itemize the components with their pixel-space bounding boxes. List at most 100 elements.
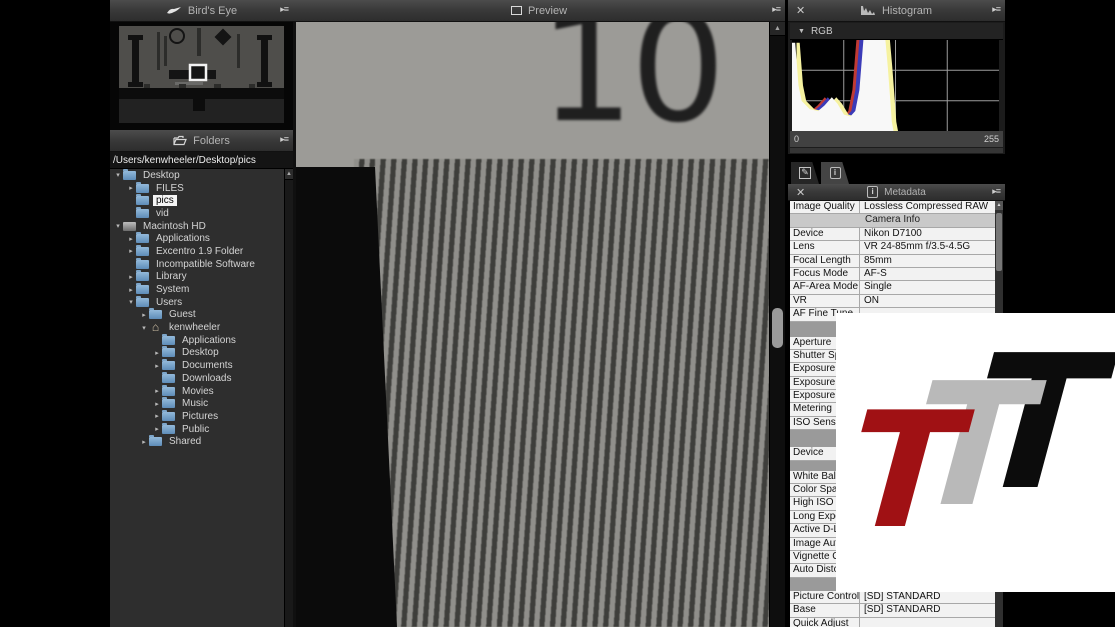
metadata-row: Focal Length 85mm: [790, 255, 995, 268]
folder-tree-item[interactable]: ▾ Users: [110, 296, 285, 309]
metadata-menu-icon[interactable]: ▸≡: [992, 186, 1000, 197]
folder-tree-item[interactable]: ▸ Music: [110, 397, 285, 410]
disclosure-triangle-icon[interactable]: ▸: [139, 438, 149, 446]
scrollbar-thumb[interactable]: [996, 213, 1002, 271]
folder-tree-item[interactable]: ▸ Pictures: [110, 410, 285, 423]
metadata-field-value: Nikon D7100: [860, 228, 995, 240]
metadata-row: Quick Adjust: [790, 618, 995, 627]
tab-metadata[interactable]: i: [821, 162, 849, 184]
folder-icon: [136, 272, 149, 281]
folders-scrollbar[interactable]: ▲: [284, 169, 293, 627]
home-icon: ⌂: [149, 323, 162, 332]
folder-icon: [162, 336, 175, 345]
folder-tree-item[interactable]: ▸ Desktop: [110, 347, 285, 360]
info-icon: i: [830, 167, 841, 179]
scrollbar-thumb[interactable]: [772, 308, 783, 348]
folders-menu-icon[interactable]: ▸≡: [280, 134, 288, 145]
close-icon[interactable]: ✕: [796, 4, 805, 17]
metadata-row: Picture Control [SD] STANDARD: [790, 591, 995, 604]
metadata-field-label: Focus Mode: [790, 268, 860, 280]
disclosure-triangle-icon[interactable]: ▸: [126, 247, 136, 255]
folder-tree-item[interactable]: Downloads: [110, 372, 285, 385]
metadata-field-label: Base: [790, 604, 860, 616]
folder-tree-item[interactable]: ▸ Documents: [110, 359, 285, 372]
folder-tree-item-label: Applications: [179, 335, 239, 346]
folder-tree-item[interactable]: pics: [110, 194, 285, 207]
folders-title-group: Folders: [173, 135, 230, 147]
folder-tree-item-label: Downloads: [179, 373, 234, 384]
disclosure-triangle-icon[interactable]: ▸: [152, 425, 162, 433]
folder-icon: [136, 298, 149, 307]
disclosure-triangle-icon[interactable]: ▾: [113, 171, 123, 179]
folder-tree-item[interactable]: ▸ System: [110, 283, 285, 296]
watermark-logo: T T T: [836, 313, 1115, 592]
folder-tree-item[interactable]: ▸ Public: [110, 423, 285, 436]
test-chart-number: 10: [539, 22, 722, 156]
disclosure-triangle-icon[interactable]: ▾: [113, 222, 123, 230]
folder-icon: [136, 196, 149, 205]
metadata-title-group: i Metadata: [867, 186, 926, 198]
scale-max-label: 255: [984, 131, 999, 147]
folder-tree-item-label: pics: [153, 195, 177, 206]
preview-menu-icon[interactable]: ▸≡: [772, 4, 780, 15]
folder-tree-item[interactable]: ▸ Guest: [110, 309, 285, 322]
scroll-up-arrow-icon[interactable]: ▲: [770, 22, 785, 36]
folder-tree-item[interactable]: ▸ Library: [110, 271, 285, 284]
metadata-row: VR ON: [790, 295, 995, 308]
disclosure-triangle-icon[interactable]: ▸: [152, 412, 162, 420]
metadata-title: Metadata: [884, 187, 926, 198]
disclosure-triangle-icon[interactable]: ▸: [126, 235, 136, 243]
preview-scrollbar[interactable]: ▲: [769, 22, 785, 627]
folder-tree-item[interactable]: ▾ ⌂ kenwheeler: [110, 321, 285, 334]
folder-tree-item[interactable]: Incompatible Software: [110, 258, 285, 271]
folder-tree-item-label: Public: [179, 424, 212, 435]
disclosure-triangle-icon[interactable]: ▸: [126, 273, 136, 281]
histogram-menu-icon[interactable]: ▸≡: [992, 4, 1000, 15]
metadata-field-value: [SD] STANDARD: [860, 604, 995, 616]
scroll-up-arrow-icon[interactable]: ▲: [995, 201, 1003, 210]
folder-tree-item-label: Desktop: [179, 347, 222, 358]
folder-icon: [162, 348, 175, 357]
disclosure-triangle-icon[interactable]: ▾: [139, 324, 149, 332]
disclosure-triangle-icon[interactable]: ▸: [152, 362, 162, 370]
histogram-scale: 0 255: [790, 131, 1003, 147]
navigator-selection-rect[interactable]: [190, 65, 206, 80]
folder-tree-item[interactable]: ▸ Shared: [110, 435, 285, 448]
folder-tree-item[interactable]: ▸ Excentro 1.9 Folder: [110, 245, 285, 258]
disclosure-triangle-icon[interactable]: ▸: [152, 400, 162, 408]
preview-image-area[interactable]: 10: [296, 22, 770, 627]
folder-icon: [149, 437, 162, 446]
metadata-row: AF-Area Mode Single: [790, 281, 995, 294]
metadata-field-label: Focal Length: [790, 255, 860, 267]
folder-tree-item-label: Documents: [179, 360, 236, 371]
disclosure-triangle-icon[interactable]: ▾: [126, 298, 136, 306]
preview-panel-header[interactable]: Preview ▸≡: [293, 0, 785, 22]
folder-tree-item[interactable]: ▸ Movies: [110, 385, 285, 398]
folder-tree-item[interactable]: ▾ Desktop: [110, 169, 285, 182]
folder-tree-item[interactable]: Applications: [110, 334, 285, 347]
folders-panel-header[interactable]: Folders ▸≡: [110, 130, 293, 152]
disclosure-triangle-icon[interactable]: ▸: [152, 349, 162, 357]
birds-eye-panel-header[interactable]: Bird's Eye ▸≡: [110, 0, 293, 22]
disclosure-triangle-icon[interactable]: ▸: [126, 286, 136, 294]
tab-adjustments[interactable]: ✎: [791, 162, 819, 184]
metadata-panel-header[interactable]: ✕ i Metadata ▸≡: [788, 184, 1005, 201]
folder-tree-item[interactable]: ▸ Applications: [110, 232, 285, 245]
folder-path-field[interactable]: /Users/kenwheeler/Desktop/pics: [110, 152, 293, 169]
folder-tree-item-label: Library: [153, 271, 190, 282]
disclosure-triangle-icon[interactable]: ▸: [152, 387, 162, 395]
birds-eye-thumbnail[interactable]: [119, 26, 284, 123]
scroll-up-arrow-icon[interactable]: ▲: [285, 169, 293, 180]
close-icon[interactable]: ✕: [796, 186, 805, 199]
preview-panel: Preview ▸≡ 10 ▲: [293, 0, 785, 627]
histogram-panel-header[interactable]: ✕ Histogram ▸≡: [788, 0, 1005, 22]
birds-eye-menu-icon[interactable]: ▸≡: [280, 4, 288, 15]
folder-tree-item[interactable]: vid: [110, 207, 285, 220]
disclosure-triangle-icon[interactable]: ▸: [126, 184, 136, 192]
metadata-field-value: Single: [860, 281, 995, 293]
disclosure-triangle-icon[interactable]: ▸: [139, 311, 149, 319]
folder-tree-item[interactable]: ▸ FILES: [110, 182, 285, 195]
metadata-field-label: VR: [790, 295, 860, 307]
folder-tree-item[interactable]: ▾ Macintosh HD: [110, 220, 285, 233]
channel-dropdown[interactable]: ▼ RGB: [790, 23, 1003, 40]
